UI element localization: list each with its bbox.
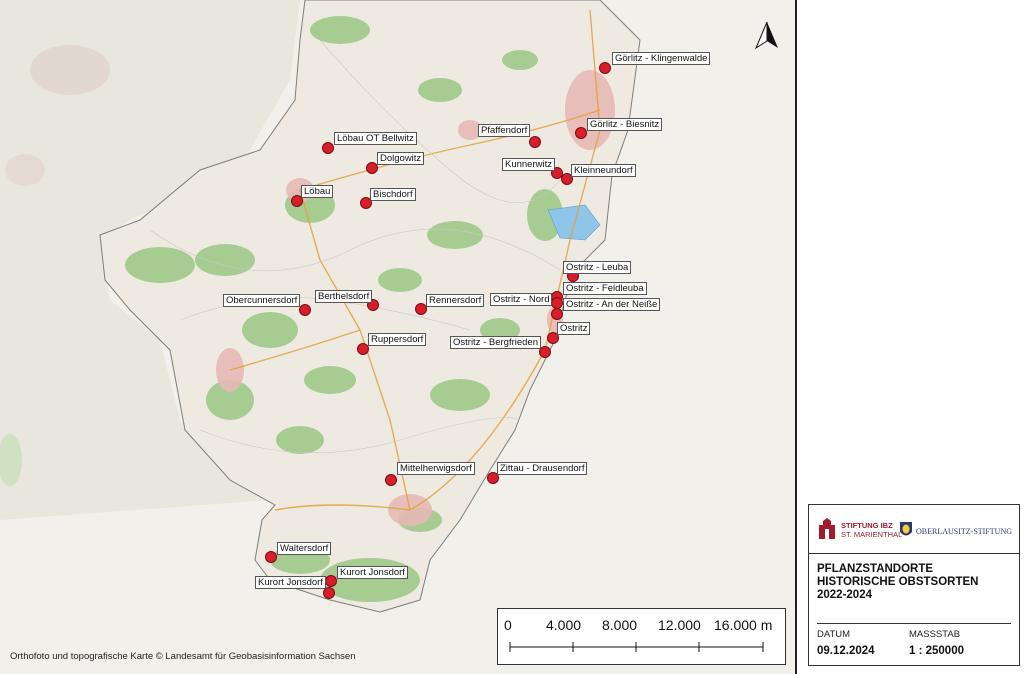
location-label: Rennersdorf [426, 294, 485, 307]
scale-value: 1 : 250000 [909, 645, 964, 657]
map-canvas[interactable]: Görlitz - Klingenwalde Löbau OT Bellwitz P… [0, 0, 796, 674]
date-caption: DATUM [817, 629, 851, 640]
location-label: Bischdorf [370, 188, 416, 201]
title-line: PFLANZSTANDORTE [817, 563, 934, 575]
panel-divider [795, 0, 797, 674]
location-marker[interactable] [299, 304, 311, 316]
location-label: Ostritz - Bergfrieden [450, 336, 541, 349]
oberlausitz-logo-text: OBERLAUSITZ-STIFTUNG [916, 527, 1012, 536]
location-marker[interactable] [322, 142, 334, 154]
map-attribution: Orthofoto und topografische Karte © Land… [10, 651, 356, 662]
location-label: Ostritz - Feldleuba [563, 282, 647, 295]
logos-row: STIFTUNG IBZ ST. MARIENTHAL OBERLAUSITZ-… [809, 505, 1019, 554]
location-label: Zittau - Drausendorf [497, 462, 588, 475]
location-label: Kurort Jonsdorf [337, 566, 408, 579]
location-marker[interactable] [529, 136, 541, 148]
scale-bar-graphic [509, 642, 764, 652]
oberlausitz-logo-icon [900, 522, 912, 536]
location-label: Obercunnersdorf [223, 294, 301, 307]
location-marker[interactable] [575, 127, 587, 139]
ibz-logo-line2: ST. MARIENTHAL [841, 530, 903, 539]
scale-caption: MASSSTAB [909, 629, 961, 640]
location-label: Löbau OT Bellwitz [334, 132, 417, 145]
location-label: Ruppersdorf [368, 333, 427, 346]
location-label: Kurort Jonsdorf [255, 576, 326, 589]
scale-bar: 0 4.000 8.000 12.000 16.000 m [497, 608, 786, 665]
date-value: 09.12.2024 [817, 645, 875, 657]
location-label: Waltersdorf [277, 542, 332, 555]
ibz-logo-icon [819, 518, 835, 539]
location-label: Ostritz - Nord [490, 293, 553, 306]
location-marker[interactable] [385, 474, 397, 486]
location-marker[interactable] [599, 62, 611, 74]
location-label: Mittelherwigsdorf [397, 462, 475, 475]
title-line: HISTORISCHE OBSTSORTEN [817, 576, 979, 588]
location-label: Berthelsdorf [315, 290, 373, 303]
title-line: 2022-2024 [817, 589, 872, 601]
location-label: Kleinneundorf [571, 164, 636, 177]
location-label: Löbau [301, 185, 334, 198]
north-arrow-icon [754, 21, 778, 50]
location-label: Ostritz - Leuba [563, 261, 632, 274]
map-title: PFLANZSTANDORTE HISTORISCHE OBSTSORTEN 2… [817, 563, 978, 602]
info-separator [817, 623, 1011, 624]
ibz-logo-line1: STIFTUNG IBZ [841, 521, 893, 530]
location-label: Ostritz [557, 322, 591, 335]
location-label: Dolgowitz [377, 152, 425, 165]
location-label: Görlitz - Biesnitz [587, 118, 663, 131]
location-label: Pfaffendorf [478, 124, 531, 137]
legend-box: STIFTUNG IBZ ST. MARIENTHAL OBERLAUSITZ-… [808, 504, 1020, 666]
location-label: Ostritz - An der Neiße [563, 298, 661, 311]
location-label: Kunnerwitz [502, 158, 555, 171]
location-marker[interactable] [325, 575, 337, 587]
location-marker[interactable] [265, 551, 277, 563]
location-label: Görlitz - Klingenwalde [612, 52, 711, 65]
location-marker[interactable] [551, 308, 563, 320]
ibz-logo-text: STIFTUNG IBZ ST. MARIENTHAL [841, 521, 902, 539]
